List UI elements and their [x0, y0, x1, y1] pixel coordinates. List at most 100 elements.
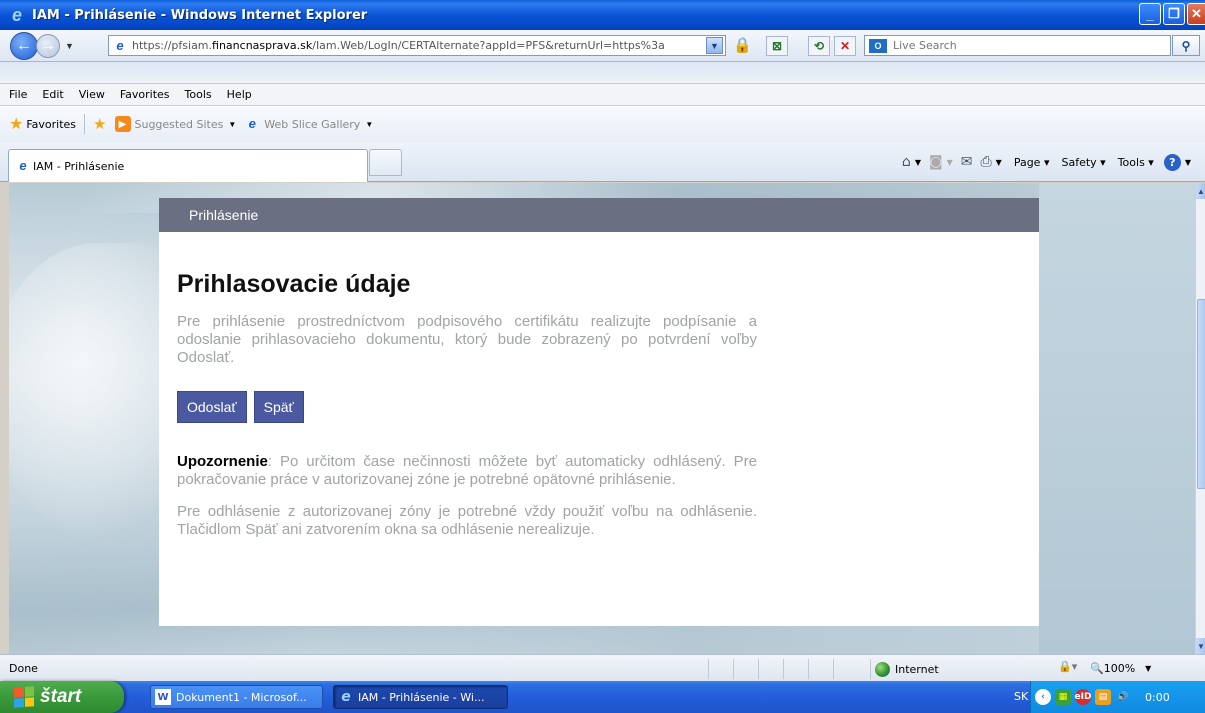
recent-pages-dropdown[interactable]: ▼	[65, 41, 74, 51]
taskbar-word-button[interactable]: W Dokument1 - Microsof...	[150, 685, 323, 709]
panel-body: Prihlasovacie údaje Pre prihlásenie pros…	[159, 232, 1039, 539]
warning-text: Upozornenie: Po určitom čase nečinnosti …	[177, 453, 757, 488]
submit-button[interactable]: Odoslať	[177, 391, 247, 423]
scroll-down-arrow-icon[interactable]: ▼	[1196, 638, 1205, 654]
ie-task-icon: e	[341, 689, 351, 705]
back-page-button[interactable]: Späť	[253, 391, 304, 423]
web-slice-caret[interactable]: ▼	[365, 120, 373, 129]
tray-app-icon[interactable]: ▤	[1095, 689, 1111, 705]
menu-tools[interactable]: Tools	[185, 88, 212, 101]
zoom-caret[interactable]: ▼	[1145, 664, 1151, 673]
status-bar: Done Internet 🔒▾ 🔍 100% ▼	[0, 654, 1205, 681]
forward-button[interactable]: →	[36, 33, 60, 58]
protected-mode-icon[interactable]: 🔒▾	[1058, 660, 1077, 673]
menu-help[interactable]: Help	[227, 88, 252, 101]
address-dropdown-button[interactable]: ▼	[706, 37, 723, 54]
close-button[interactable]: ✕	[1187, 3, 1205, 25]
zone-label: Internet	[895, 662, 939, 676]
command-bar: ⌂ ▼ ◙ ▼ ✉ ⎙ ▼ Page ▾ Safety ▾ Tools ▾ ? ▼	[894, 151, 1191, 173]
add-to-favorites-icon[interactable]: ★	[93, 115, 106, 133]
search-box[interactable]: O	[864, 35, 1171, 56]
word-icon: W	[155, 689, 171, 705]
lock-icon[interactable]: 🔒	[733, 36, 752, 55]
help-icon[interactable]: ?	[1163, 153, 1181, 171]
tab-ie-icon: e	[19, 158, 27, 173]
tab-active[interactable]: e IAM - Prihlásenie	[8, 149, 368, 182]
menu-favorites[interactable]: Favorites	[120, 88, 170, 101]
new-tab-button[interactable]	[369, 149, 402, 176]
background-right-strip	[1039, 183, 1195, 654]
back-button[interactable]: ←	[10, 31, 38, 60]
start-button[interactable]: štart	[0, 681, 124, 713]
print-icon[interactable]: ⎙	[980, 154, 991, 170]
login-panel: Prihlásenie Prihlasovacie údaje Pre prih…	[159, 198, 1039, 626]
tab-bar: e IAM - Prihlásenie ⌂ ▼ ◙ ▼ ✉ ⎙ ▼ Page ▾ Sa…	[0, 142, 1205, 182]
warning-title: Upozornenie	[177, 453, 268, 470]
suggested-sites-link[interactable]: Suggested Sites	[135, 118, 224, 131]
maximize-button[interactable]: ❐	[1163, 3, 1185, 25]
tray-volume-icon[interactable]: 🔊	[1115, 689, 1131, 705]
favorites-bar: ★ Favorites ★ ▶ Suggested Sites ▼ e Web …	[0, 106, 1205, 142]
clock: 0:00	[1145, 690, 1170, 704]
safety-menu[interactable]: Safety ▾	[1061, 156, 1105, 169]
window-title: IAM - Prihlásenie - Windows Internet Exp…	[32, 7, 368, 23]
vertical-scrollbar[interactable]: ▲ ▼	[1195, 183, 1205, 654]
taskbar-ie-button[interactable]: e IAM - Prihlásenie - Wi...	[333, 685, 508, 709]
favorites-star-icon[interactable]: ★	[9, 114, 23, 134]
security-zone[interactable]: Internet	[870, 659, 1040, 679]
zoom-control[interactable]: 🔍 100% ▼	[1090, 662, 1151, 675]
window-controls: _ ❐ ✕	[1139, 3, 1205, 25]
panel-header: Prihlásenie	[159, 198, 1039, 232]
system-tray: ‹ ▦ eID ▤ 🔊 0:00	[1030, 681, 1205, 713]
search-input[interactable]	[893, 39, 1153, 52]
menu-file[interactable]: File	[9, 88, 27, 101]
tray-eid-icon[interactable]: eID	[1075, 689, 1091, 705]
stop-icon[interactable]: ✕	[834, 36, 856, 56]
menu-edit[interactable]: Edit	[42, 88, 63, 101]
menu-bar: File Edit View Favorites Tools Help	[0, 84, 1205, 106]
logout-note: Pre odhlásenie z autorizovanej zóny je p…	[177, 503, 757, 538]
print-caret[interactable]: ▼	[996, 158, 1002, 167]
search-button[interactable]: ⚲	[1172, 35, 1200, 56]
suggested-sites-icon: ▶	[114, 116, 131, 132]
live-search-icon: O	[869, 38, 887, 53]
title-bar: e IAM - Prihlásenie - Windows Internet E…	[0, 0, 1205, 30]
home-caret[interactable]: ▼	[915, 158, 921, 167]
globe-icon	[875, 661, 890, 677]
minimize-button[interactable]: _	[1139, 3, 1161, 25]
refresh-icon[interactable]: ⟲	[808, 36, 830, 56]
address-toolbar: ← → ▼ e https://pfsiam.financnasprava.sk…	[0, 30, 1205, 62]
home-icon[interactable]: ⌂	[902, 154, 911, 170]
word-task-label: Dokument1 - Microsof...	[176, 690, 307, 704]
windows-logo-icon	[14, 686, 34, 708]
status-text: Done	[9, 662, 38, 675]
tray-network-icon[interactable]: ▦	[1055, 689, 1071, 705]
tray-arrow-icon[interactable]: ‹	[1035, 689, 1051, 705]
taskbar: štart W Dokument1 - Microsof... e IAM - …	[0, 681, 1205, 713]
zoom-level: 100%	[1103, 662, 1136, 675]
address-input[interactable]: e https://pfsiam.financnasprava.sk/Iam.W…	[108, 35, 726, 56]
start-label: štart	[40, 686, 82, 707]
menu-view[interactable]: View	[79, 88, 105, 101]
scroll-thumb[interactable]	[1197, 299, 1205, 489]
web-slice-gallery-link[interactable]: Web Slice Gallery	[264, 118, 360, 131]
web-slice-icon: e	[248, 116, 256, 131]
compatibility-icon[interactable]: ⊠	[766, 36, 788, 56]
feeds-icon[interactable]: ◙	[929, 154, 943, 170]
language-indicator[interactable]: SK	[1014, 690, 1028, 703]
feeds-caret[interactable]: ▼	[947, 158, 953, 167]
ie-logo-icon: e	[11, 5, 22, 25]
scroll-up-arrow-icon[interactable]: ▲	[1196, 183, 1205, 199]
mail-icon[interactable]: ✉	[961, 154, 973, 170]
favorites-button[interactable]: Favorites	[26, 118, 76, 131]
page-menu[interactable]: Page ▾	[1014, 156, 1050, 169]
suggested-sites-caret[interactable]: ▼	[228, 120, 236, 129]
address-url[interactable]: https://pfsiam.financnasprava.sk/Iam.Web…	[132, 39, 665, 52]
page-title: Prihlasovacie údaje	[177, 270, 411, 298]
help-caret[interactable]: ▼	[1185, 158, 1191, 167]
zoom-icon: 🔍	[1090, 662, 1104, 675]
page-icon: e	[116, 37, 124, 53]
button-row: Odoslať Späť	[177, 391, 1021, 423]
ie-task-label: IAM - Prihlásenie - Wi...	[358, 690, 485, 704]
tools-menu[interactable]: Tools ▾	[1118, 156, 1154, 169]
